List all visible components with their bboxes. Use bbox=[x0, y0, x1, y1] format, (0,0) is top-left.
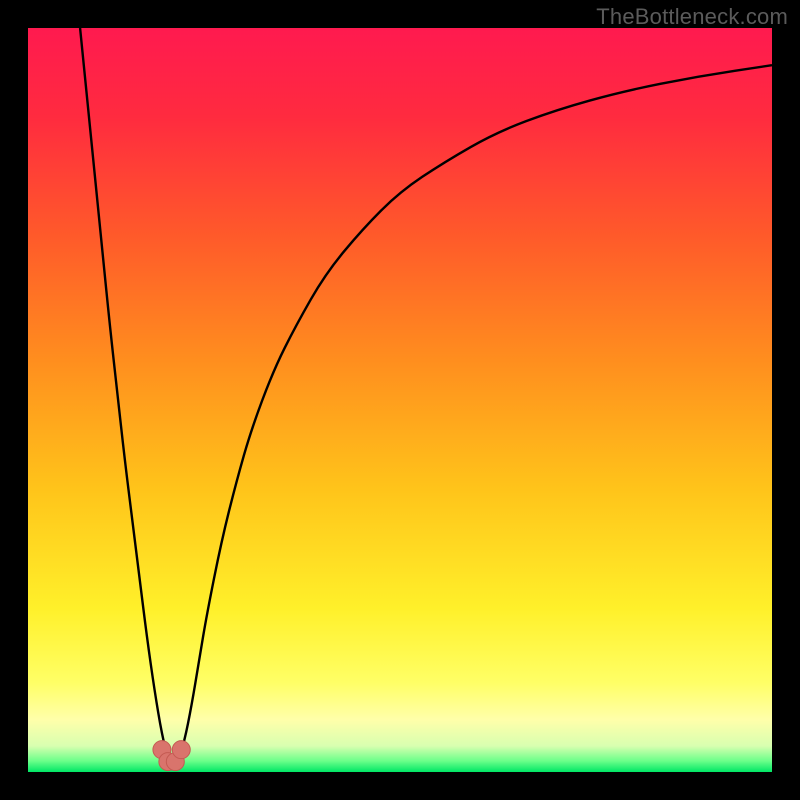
watermark-text: TheBottleneck.com bbox=[596, 4, 788, 30]
outer-frame: TheBottleneck.com bbox=[0, 0, 800, 800]
bottleneck-chart bbox=[28, 28, 772, 772]
minimum-marker bbox=[172, 741, 190, 759]
plot-area bbox=[28, 28, 772, 772]
heat-gradient-background bbox=[28, 28, 772, 772]
